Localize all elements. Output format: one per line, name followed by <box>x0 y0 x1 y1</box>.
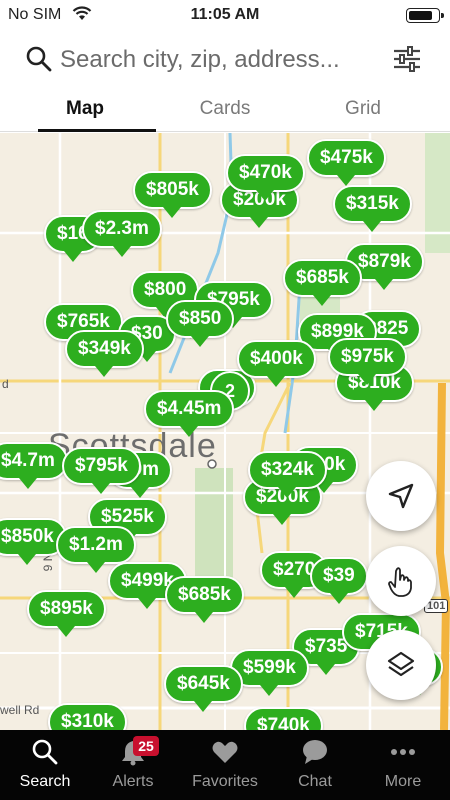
price-pin[interactable]: $4.7m <box>0 442 68 489</box>
more-dots-icon <box>391 749 415 755</box>
street-label: d <box>2 377 9 391</box>
price-pin[interactable]: $975k <box>328 338 407 385</box>
draw-search-button[interactable] <box>366 546 436 616</box>
price-pin[interactable]: $310k <box>48 703 127 730</box>
heart-icon <box>212 741 238 763</box>
price-pin[interactable]: $685k <box>283 259 362 306</box>
price-pin[interactable]: $895k <box>27 590 106 637</box>
price-pin[interactable]: $805k <box>133 171 212 218</box>
nav-label: Alerts <box>112 773 154 790</box>
locate-me-button[interactable] <box>366 461 436 531</box>
nav-label: More <box>384 773 422 790</box>
layers-icon <box>387 651 415 677</box>
tab-cards[interactable]: Cards <box>150 92 300 132</box>
view-tabs: Map Cards Grid <box>0 92 450 132</box>
search-icon <box>26 46 52 72</box>
filter-sliders-icon[interactable] <box>392 44 422 74</box>
price-pin[interactable]: $470k <box>226 154 305 201</box>
tab-map[interactable]: Map <box>10 92 160 132</box>
price-pin[interactable]: $39 <box>310 557 368 604</box>
price-pin[interactable]: $2.3m <box>82 210 162 257</box>
navigation-arrow-icon <box>388 483 414 509</box>
price-pin[interactable]: $4.45m <box>144 390 235 437</box>
tab-grid[interactable]: Grid <box>288 92 438 132</box>
price-pin[interactable]: $324k <box>248 451 327 498</box>
nav-label: Favorites <box>192 773 258 790</box>
price-pin[interactable]: $685k <box>165 576 244 623</box>
price-pin[interactable]: $315k <box>333 185 412 232</box>
battery-icon <box>406 8 444 23</box>
street-label: well Rd <box>0 703 40 717</box>
map-layers-button[interactable] <box>366 630 436 700</box>
price-pin[interactable]: $349k <box>65 330 144 377</box>
nav-chat[interactable]: Chat <box>270 730 360 800</box>
clock: 11:05 AM <box>190 6 260 23</box>
search-bar <box>0 36 450 84</box>
battery-level <box>409 11 432 20</box>
status-bar: No SIM 11:05 AM <box>0 0 450 30</box>
bottom-nav: Search 25 Alerts Favorites Chat More <box>0 730 450 800</box>
price-pin[interactable]: $850 <box>166 300 235 347</box>
price-pin[interactable]: $740k <box>244 707 323 730</box>
price-pin[interactable]: $645k <box>164 665 243 712</box>
search-input[interactable] <box>60 44 380 76</box>
hand-draw-icon <box>388 567 412 597</box>
price-pin[interactable]: $475k <box>307 139 386 186</box>
chat-bubble-icon <box>303 740 327 764</box>
search-icon <box>32 739 58 765</box>
nav-label: Chat <box>298 773 332 790</box>
price-pin[interactable]: $400k <box>237 340 316 387</box>
nav-search[interactable]: Search <box>0 730 90 800</box>
map-view[interactable]: Scottsdale N 6 well Rd Ai d 101 $475k $8… <box>0 133 450 730</box>
price-pin[interactable]: $795k <box>62 447 141 494</box>
nav-alerts[interactable]: 25 Alerts <box>88 730 178 800</box>
nav-more[interactable]: More <box>358 730 448 800</box>
nav-label: Search <box>19 773 71 790</box>
nav-favorites[interactable]: Favorites <box>180 730 270 800</box>
price-pin[interactable]: $1.2m <box>56 526 136 573</box>
alerts-badge: 25 <box>133 736 159 756</box>
